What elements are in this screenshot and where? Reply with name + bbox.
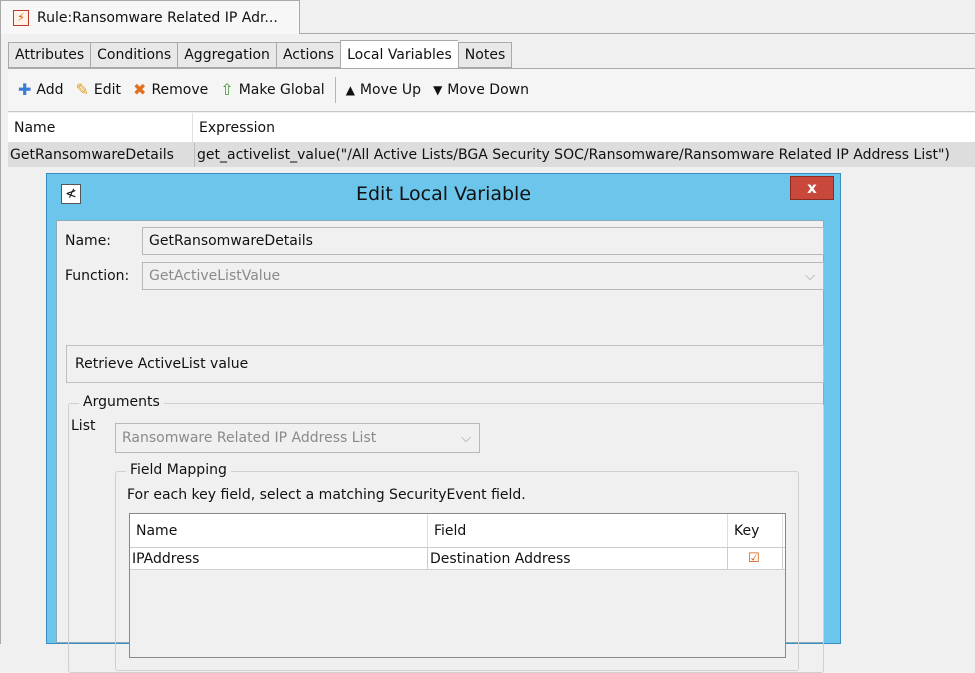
table-row[interactable]: IPAddress Destination Address ☑: [130, 548, 785, 570]
checkbox-checked-icon: ☑: [748, 551, 760, 566]
edit-label: Edit: [93, 82, 122, 98]
function-description: Retrieve ActiveList value: [66, 345, 824, 383]
variable-expression-cell: get_activelist_value("/All Active Lists/…: [197, 147, 950, 163]
dialog-app-icon: ≮: [61, 184, 81, 204]
field-mapping-hint: For each key field, select a matching Se…: [127, 487, 526, 503]
pencil-icon: ✎: [75, 80, 89, 99]
variable-name-cell: GetRansomwareDetails: [8, 143, 195, 167]
edit-button[interactable]: ✎ Edit: [70, 75, 128, 105]
remove-button[interactable]: ✖ Remove: [127, 75, 214, 105]
list-select-value: Ransomware Related IP Address List: [122, 430, 377, 446]
make-global-button[interactable]: ⇧ Make Global: [214, 75, 330, 105]
list-select[interactable]: Ransomware Related IP Address List ⌵: [115, 423, 480, 453]
column-header-field[interactable]: Field: [428, 514, 728, 547]
function-select-value: GetActiveListValue: [149, 268, 281, 284]
remove-label: Remove: [151, 82, 209, 98]
column-header-key[interactable]: Key: [728, 514, 783, 547]
triangle-up-icon: ▲: [345, 83, 355, 97]
table-header: Name Expression: [8, 113, 975, 143]
tab-aggregation[interactable]: Aggregation: [177, 42, 276, 68]
dialog-title-bar[interactable]: ≮ Edit Local Variable x: [47, 174, 840, 214]
move-down-button[interactable]: ▼ Move Down: [427, 75, 535, 105]
mapping-table-header: Name Field Key: [130, 514, 785, 548]
mapping-name-cell: IPAddress: [130, 548, 428, 569]
edit-local-variable-dialog: ≮ Edit Local Variable x Name: GetRansomw…: [46, 173, 841, 673]
arrow-up-global-icon: ⇧: [220, 80, 234, 99]
key-checkbox[interactable]: ☑: [728, 548, 783, 569]
column-header-name[interactable]: Name: [8, 113, 193, 142]
rule-icon: ⚡: [13, 9, 29, 26]
name-field-value: GetRansomwareDetails: [149, 233, 313, 249]
name-field[interactable]: GetRansomwareDetails: [142, 227, 824, 255]
field-mapping-table: Name Field Key IPAddress Destination Add…: [129, 513, 786, 658]
toolbar-separator: [334, 77, 336, 103]
tab-actions[interactable]: Actions: [275, 42, 341, 68]
close-button[interactable]: x: [790, 176, 834, 200]
tab-local-variables[interactable]: Local Variables: [340, 40, 458, 69]
function-label: Function:: [65, 268, 130, 284]
column-header-name[interactable]: Name: [130, 514, 428, 547]
add-button[interactable]: ✚ Add: [12, 75, 70, 105]
column-header-expression[interactable]: Expression: [193, 113, 275, 142]
add-icon: ✚: [18, 80, 32, 99]
divider: [299, 33, 975, 34]
field-mapping-title: Field Mapping: [126, 462, 231, 478]
dialog-body: Name: GetRansomwareDetails Function: Get…: [56, 220, 824, 673]
make-global-label: Make Global: [238, 82, 325, 98]
function-description-text: Retrieve ActiveList value: [75, 356, 249, 372]
move-up-button[interactable]: ▲ Move Up: [340, 75, 427, 105]
move-up-label: Move Up: [359, 82, 422, 98]
local-variables-toolbar: ✚ Add ✎ Edit ✖ Remove ⇧ Make Global ▲ Mo…: [8, 68, 975, 112]
chevron-down-icon: ⌵: [461, 430, 471, 446]
arguments-title: Arguments: [79, 394, 164, 410]
remove-icon: ✖: [133, 80, 147, 99]
tab-attributes[interactable]: Attributes: [8, 42, 91, 68]
rule-document-title: Rule:Ransomware Related IP Adr...: [37, 9, 278, 26]
tab-conditions[interactable]: Conditions: [90, 42, 178, 68]
rule-document-tab[interactable]: ⚡ Rule:Ransomware Related IP Adr...: [0, 0, 300, 34]
rule-tab-strip: Attributes Conditions Aggregation Action…: [8, 40, 513, 69]
list-label: List: [71, 418, 96, 434]
name-label: Name:: [65, 233, 112, 249]
table-row[interactable]: GetRansomwareDetails get_activelist_valu…: [8, 143, 975, 167]
chevron-down-icon: ⌵: [805, 268, 815, 284]
move-down-label: Move Down: [447, 82, 529, 98]
local-variables-table: Name Expression GetRansomwareDetails get…: [8, 113, 975, 167]
add-label: Add: [36, 82, 64, 98]
triangle-down-icon: ▼: [433, 83, 443, 97]
function-select[interactable]: GetActiveListValue ⌵: [142, 262, 824, 290]
dialog-title: Edit Local Variable: [355, 183, 532, 205]
mapping-field-cell[interactable]: Destination Address: [428, 548, 728, 569]
tab-notes[interactable]: Notes: [457, 42, 513, 68]
editor-frame: [0, 34, 7, 644]
